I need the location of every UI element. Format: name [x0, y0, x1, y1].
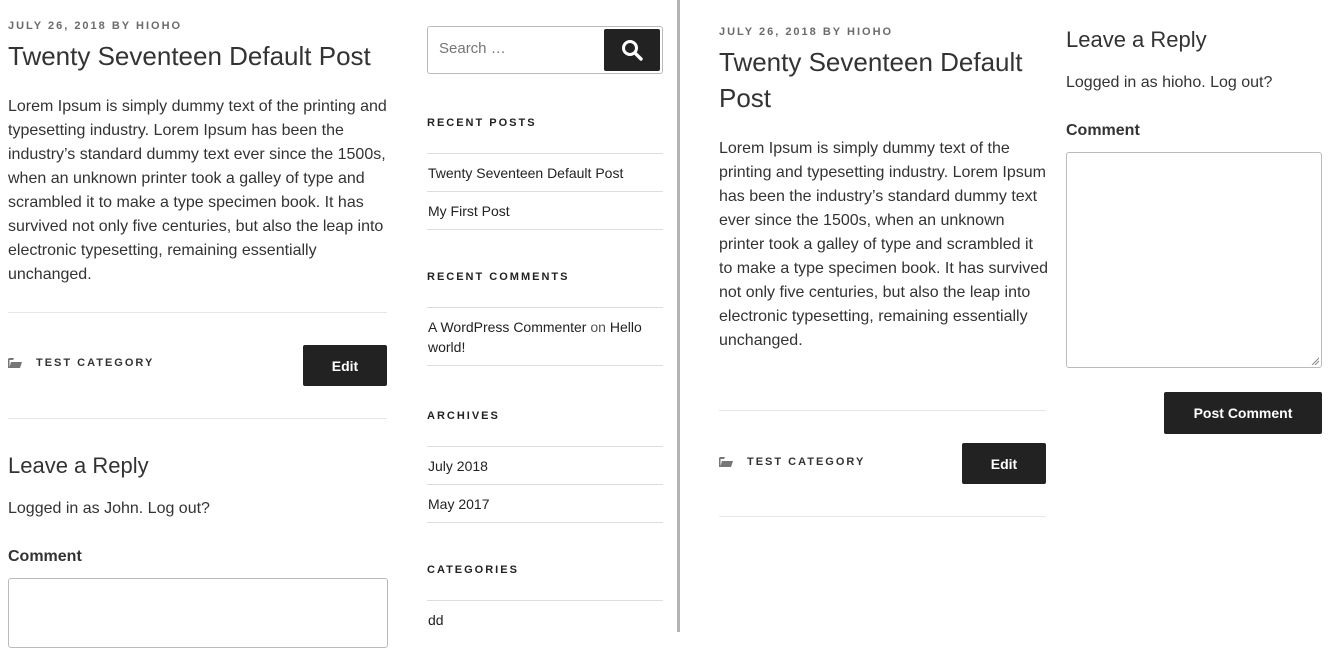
category-row: TEST CATEGORY: [719, 456, 865, 468]
post-meta: JULY 26, 2018 BY HIOHO: [8, 20, 182, 32]
divider: [719, 516, 1046, 517]
post-by: BY: [111, 20, 131, 32]
recent-post-link[interactable]: Twenty Seventeen Default Post: [427, 153, 663, 191]
recent-comment-item: A WordPress Commenter on Hello world!: [427, 307, 663, 366]
search-input[interactable]: [439, 40, 589, 57]
folder-icon: [719, 457, 733, 467]
logged-in-text[interactable]: Logged in as John. Log out?: [8, 500, 210, 518]
post-meta: JULY 26, 2018 BY HIOHO: [719, 26, 893, 38]
post-author[interactable]: HIOHO: [847, 26, 893, 38]
reply-title: Leave a Reply: [8, 453, 149, 478]
comment-label: Comment: [1066, 122, 1140, 139]
post-date[interactable]: JULY 26, 2018: [8, 20, 107, 32]
recent-posts-list: Twenty Seventeen Default Post My First P…: [427, 153, 663, 230]
category-link[interactable]: TEST CATEGORY: [36, 357, 154, 369]
archive-link[interactable]: July 2018: [427, 446, 663, 484]
archives-list: July 2018 May 2017: [427, 446, 663, 523]
search-form: [427, 26, 663, 74]
archives-title: ARCHIVES: [427, 410, 500, 422]
edit-button[interactable]: Edit: [962, 443, 1046, 484]
comment-label: Comment: [8, 548, 82, 565]
category-link[interactable]: TEST CATEGORY: [747, 456, 865, 468]
post-title: Twenty Seventeen Default Post: [8, 41, 371, 71]
right-pane: JULY 26, 2018 BY HIOHO Twenty Seventeen …: [680, 0, 1334, 632]
divider: [8, 418, 387, 419]
comment-textarea[interactable]: [8, 578, 388, 648]
category-link[interactable]: dd: [427, 600, 663, 638]
reply-title: Leave a Reply: [1066, 27, 1207, 52]
folder-icon: [8, 358, 22, 368]
edit-button[interactable]: Edit: [303, 345, 387, 386]
post-author[interactable]: HIOHO: [136, 20, 182, 32]
comment-textarea[interactable]: [1066, 152, 1322, 368]
archive-link[interactable]: May 2017: [427, 484, 663, 523]
post-date[interactable]: JULY 26, 2018: [719, 26, 818, 38]
recent-comments-title: RECENT COMMENTS: [427, 271, 570, 283]
left-pane: JULY 26, 2018 BY HIOHO Twenty Seventeen …: [0, 0, 677, 648]
logged-in-text[interactable]: Logged in as hioho. Log out?: [1066, 74, 1272, 92]
divider: [719, 410, 1046, 411]
search-icon: [622, 40, 643, 61]
recent-posts-title: RECENT POSTS: [427, 117, 537, 129]
recent-comments-list: A WordPress Commenter on Hello world!: [427, 307, 663, 366]
post-body: Lorem Ipsum is simply dummy text of the …: [8, 98, 387, 283]
comment-author-link[interactable]: A WordPress Commenter: [428, 319, 586, 335]
search-button[interactable]: [604, 29, 660, 71]
post-comment-button[interactable]: Post Comment: [1164, 392, 1322, 434]
comment-on-text: on: [590, 319, 606, 335]
divider: [8, 312, 387, 313]
post-body: Lorem Ipsum is simply dummy text of the …: [719, 140, 1049, 349]
recent-post-link[interactable]: My First Post: [427, 191, 663, 230]
post-title: Twenty Seventeen Default Post: [719, 47, 1023, 113]
categories-title: CATEGORIES: [427, 564, 519, 576]
category-row: TEST CATEGORY: [8, 357, 154, 369]
post-by: BY: [822, 26, 842, 38]
categories-list: dd: [427, 600, 663, 638]
resize-grip-icon[interactable]: [1311, 357, 1319, 365]
